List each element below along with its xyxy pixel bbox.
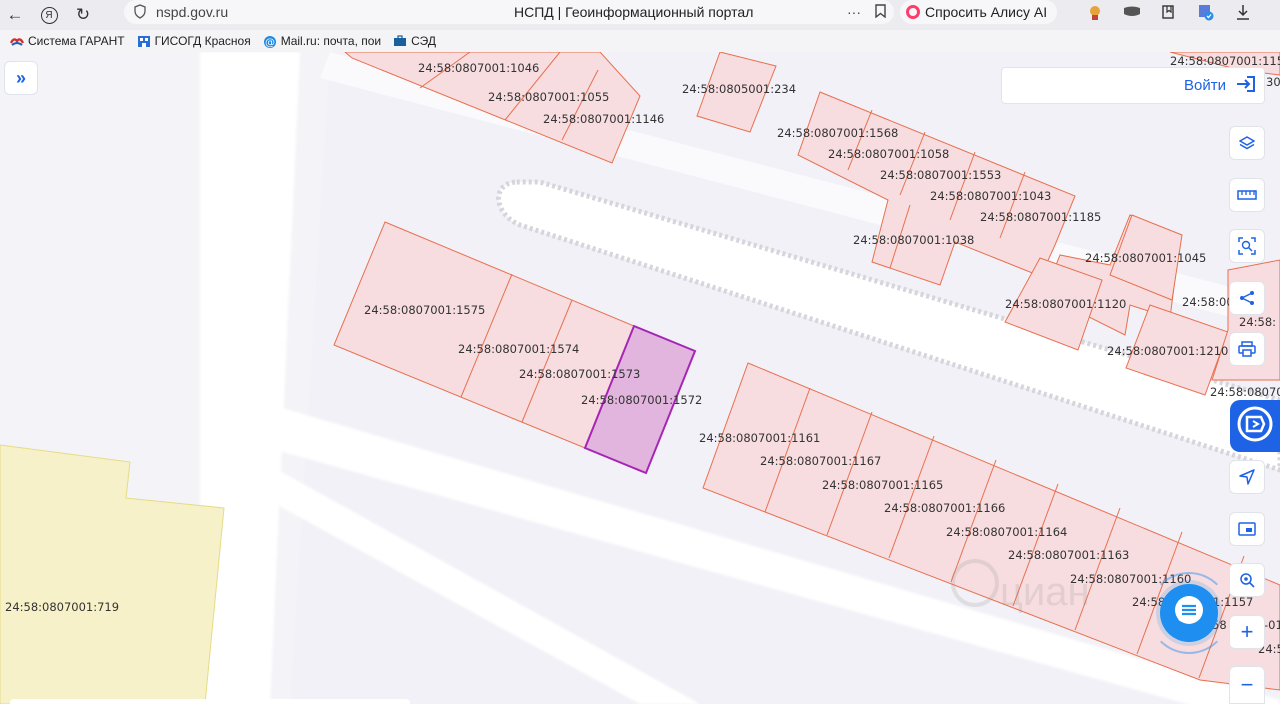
share-button[interactable] <box>1229 281 1265 315</box>
parcel-label: 24:58:0807001:1574 <box>458 342 579 356</box>
url-text[interactable]: nspd.gov.ru <box>156 4 228 20</box>
location-arrow-icon <box>1239 469 1255 485</box>
svg-text:@: @ <box>265 38 275 49</box>
area-search-button[interactable] <box>1229 229 1265 263</box>
map-canvas[interactable]: циан 24:58:0807001:1046 24:58:0807001:10… <box>0 52 1280 704</box>
layers-button[interactable] <box>1229 126 1265 160</box>
garant-icon <box>9 35 25 47</box>
parcel-label: 24:58:0807001:1038 <box>853 233 974 247</box>
navigate-button[interactable] <box>1229 460 1265 494</box>
parcel-label: -01 <box>1264 618 1280 632</box>
extension-icon[interactable] <box>1085 2 1105 22</box>
bookmark-label: Система ГАРАНТ <box>28 34 125 48</box>
sidebar-icon[interactable] <box>1122 2 1142 22</box>
parcel-label: 24:58:0807001:1210 <box>1107 344 1228 358</box>
parcel-label: 307 <box>1266 75 1280 89</box>
bookmark-icon[interactable] <box>875 3 886 21</box>
bookmark-label: ГИСОГД Красноя <box>154 34 251 48</box>
login-icon <box>1236 75 1256 97</box>
browser-toolbar: ← Я ↻ nspd.gov.ru НСПД | Геоинформационн… <box>0 0 1280 30</box>
measure-button[interactable] <box>1229 178 1265 212</box>
login-label: Войти <box>1184 77 1226 94</box>
parcel-label: 24:58:0807001:1055 <box>488 90 609 104</box>
parcel-label: 24:58:0807001:1046 <box>418 61 539 75</box>
zoom-out-icon: − <box>1240 672 1254 697</box>
briefcase-icon <box>393 35 407 47</box>
bookmark-mailru[interactable]: @ Mail.ru: почта, пои <box>263 34 382 49</box>
parcel-label: 24:58:0807001:1553 <box>880 168 1001 182</box>
alice-icon <box>906 5 920 19</box>
parcel-label: 24:58:0807001:1167 <box>760 454 881 468</box>
parcel-label: 24:58:0807001:1575 <box>364 303 485 317</box>
parcel-label: 24:58:0807001:1165 <box>822 478 943 492</box>
reload-icon[interactable]: ↻ <box>68 0 98 30</box>
collections-icon[interactable] <box>1159 2 1179 22</box>
parcel-label: 24:58:0807001:1161 <box>699 431 820 445</box>
bookmark-garant[interactable]: Система ГАРАНТ <box>9 34 125 48</box>
parcel-label: 24:58:0807001:115 <box>1170 54 1280 68</box>
more-icon[interactable]: ··· <box>847 4 861 20</box>
parcel-label: 24:58:0807001:1163 <box>1008 548 1129 562</box>
bookmark-label: СЭД <box>411 34 437 48</box>
parcel-label-selected: 24:58:0807001:1572 <box>581 393 702 407</box>
minimap-button[interactable] <box>1229 512 1265 546</box>
layers-icon <box>1239 135 1255 151</box>
zoom-in-icon: + <box>1240 619 1254 644</box>
print-icon <box>1238 341 1256 357</box>
parcel-label: 24:58:0807001:1185 <box>980 210 1101 224</box>
download-icon[interactable] <box>1233 2 1253 22</box>
parcel-label: 24:58:0807001:719 <box>5 600 119 614</box>
bookmark-gisogd[interactable]: ГИСОГД Красноя <box>137 34 251 48</box>
shield-icon <box>134 4 146 24</box>
parcel-label: 24:58:0805001:234 <box>682 82 796 96</box>
bottom-panel <box>10 699 410 704</box>
chat-button[interactable] <box>1160 584 1218 642</box>
zoom-in-button[interactable]: + <box>1229 615 1265 649</box>
parcel-label: 24:58:0807001:1058 <box>828 147 949 161</box>
alice-button[interactable]: Спросить Алису AI <box>900 0 1058 24</box>
assistant-icon <box>1236 405 1274 448</box>
alice-label: Спросить Алису AI <box>925 4 1048 20</box>
parcel-label: 24:58:0807001:1573 <box>519 367 640 381</box>
bookmark-label: Mail.ru: почта, пои <box>280 34 382 48</box>
double-chevron-right-icon: » <box>15 67 26 88</box>
yandex-icon[interactable]: Я <box>34 0 64 30</box>
bookmarks-bar: Система ГАРАНТ ГИСОГД Красноя @ Mail.ru:… <box>0 30 1280 52</box>
expand-panel-button[interactable]: » <box>4 61 38 95</box>
bookmark-sed[interactable]: СЭД <box>393 34 436 48</box>
address-bar[interactable]: nspd.gov.ru НСПД | Геоинформационный пор… <box>124 0 894 24</box>
back-arrow-icon[interactable]: ← <box>0 0 30 30</box>
mail-at-icon: @ <box>263 35 277 49</box>
parcel-label: 24:58:00 <box>1182 295 1234 309</box>
parcel-label: 24:58:08070 <box>1210 385 1280 399</box>
share-icon <box>1239 290 1255 306</box>
parcel-label: 24:58:0807001:1045 <box>1085 251 1206 265</box>
cadastral-map[interactable]: циан 24:58:0807001:1046 24:58:0807001:10… <box>0 52 1280 704</box>
assistant-tab[interactable] <box>1230 400 1280 452</box>
profile-icon[interactable] <box>1196 2 1216 22</box>
parcel-label: 24:58:0807001:1164 <box>946 525 1067 539</box>
chat-bubble-icon <box>1172 594 1206 633</box>
parcel-label: 24:58:0807001:1146 <box>543 112 664 126</box>
geo-search-icon <box>1239 572 1255 588</box>
parcel-label: 24:58: <box>1239 315 1276 329</box>
ruler-icon <box>1237 189 1257 201</box>
zoom-out-button[interactable]: − <box>1229 666 1265 704</box>
geo-search-button[interactable] <box>1229 563 1265 597</box>
parcel-label: 24:58:0807001:1120 <box>1005 297 1126 311</box>
parcel-label: 24:58:0807001:1166 <box>884 501 1005 515</box>
building-icon <box>137 35 151 47</box>
parcel-label: 24:58:0807001:1043 <box>930 189 1051 203</box>
login-button[interactable]: Войти <box>1001 67 1265 104</box>
page-title: НСПД | Геоинформационный портал <box>514 4 754 20</box>
picture-in-picture-icon <box>1238 522 1256 536</box>
area-search-icon <box>1238 237 1256 255</box>
print-button[interactable] <box>1229 332 1265 366</box>
parcel-label: 24:58:0807001:1568 <box>777 126 898 140</box>
